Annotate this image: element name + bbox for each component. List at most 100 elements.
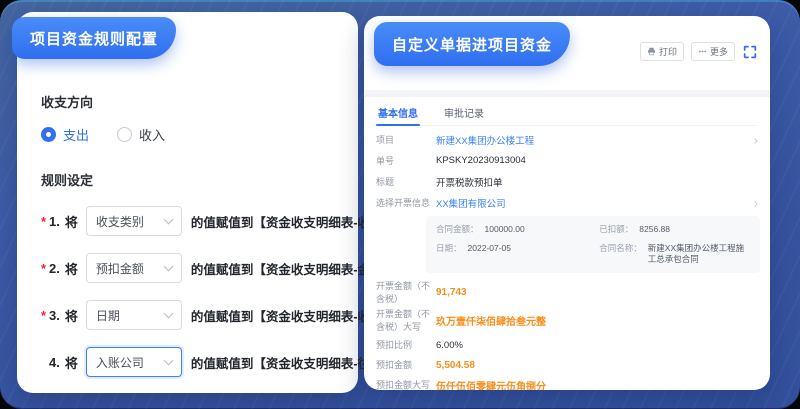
field-row-withhold-ratio: 预扣比例 6.00% [376, 337, 760, 354]
contract-name-value: 新建XX集团办公楼工程施工总承包合同 [648, 243, 750, 265]
field-label: 预扣比例 [376, 339, 436, 352]
rules-section-label: 规则设定 [41, 170, 344, 189]
field-row-title: 标题 开票税款预扣单 [376, 171, 760, 192]
document-title-ribbon: 自定义单据进项目资金 [374, 22, 570, 66]
radio-expense[interactable]: 支出 [41, 125, 89, 144]
tab-basic-info[interactable]: 基本信息 [376, 100, 420, 125]
direction-section-label: 收支方向 [41, 92, 344, 111]
radio-dot [46, 132, 51, 137]
rule-field-select-1[interactable]: 收支类别 [86, 206, 182, 236]
rule-field-select-3[interactable]: 日期 [86, 300, 182, 330]
rule-config-body: 收支方向 支出 收入 规则设定 * 1. 将 [41, 92, 344, 394]
rule-field-select-4[interactable]: 入账公司 [86, 347, 182, 377]
more-icon [698, 47, 707, 56]
select-value: 预扣金额 [96, 260, 144, 277]
chevron-right-icon[interactable]: › [754, 196, 758, 209]
caret-down-icon [163, 261, 173, 271]
doc-title-value: 开票税款预扣单 [436, 175, 503, 189]
project-link[interactable]: 新建XX集团办公楼工程 [436, 133, 534, 147]
withheld-amount-label: 已扣额： [599, 224, 633, 235]
rule-verb: 将 [65, 212, 78, 231]
print-label: 打印 [659, 45, 677, 58]
contract-amount-label: 合同金额： [436, 224, 479, 235]
radio-income[interactable]: 收入 [117, 125, 165, 144]
field-label: 开票金额（不含税）大写 [376, 308, 436, 333]
rule-row-2: * 2. 将 预扣金额 的值赋值到【资金收支明细表-金额】中 [41, 253, 344, 283]
withheld-amount-value: 8256.88 [639, 224, 670, 235]
chevron-right-icon[interactable]: › [754, 133, 758, 146]
select-value: 入账公司 [96, 354, 144, 371]
tab-approval-record[interactable]: 审批记录 [442, 100, 486, 125]
withhold-amount-value: 5,504.58 [436, 360, 475, 371]
field-row-invoice-amount-caps: 开票金额（不含税）大写 玖万壹仟柒佰肆拾叁元整 [376, 308, 760, 333]
print-button[interactable]: 打印 [640, 42, 684, 61]
contract-amount-value: 100000.00 [485, 224, 525, 235]
select-value: 日期 [96, 307, 120, 324]
field-label: 单号 [376, 154, 436, 167]
invoice-company-link[interactable]: XX集团有限公司 [436, 196, 506, 210]
required-asterisk: * [41, 261, 49, 276]
field-row-withhold-amount-caps: 预扣金额大写 伍仟伍佰零肆元伍角捌分 [376, 377, 760, 390]
invoice-amount-value: 91,743 [436, 287, 467, 298]
document-form: 项目 新建XX集团办公楼工程 › 单号 KPSKY20230913004 标题 … [376, 129, 760, 384]
rule-verb: 将 [65, 259, 78, 278]
withhold-ratio-value: 6.00% [436, 340, 463, 351]
tab-basic-info-label: 基本信息 [378, 105, 418, 120]
rule-config-panel: 项目资金规则配置 收支方向 支出 收入 规则设定 * [17, 12, 358, 393]
header-divider [364, 90, 770, 97]
page-background: 项目资金规则配置 收支方向 支出 收入 规则设定 * [0, 0, 800, 409]
rule-row-4: 4. 将 入账公司 的值赋值到【资金收支明细表-往来单位】中 [41, 347, 344, 377]
rule-row-1: * 1. 将 收支类别 的值赋值到【资金收支明细表-收支类别】中 [41, 206, 344, 236]
document-title: 自定义单据进项目资金 [392, 34, 552, 55]
field-label: 项目 [376, 133, 436, 146]
more-label: 更多 [710, 45, 728, 58]
invoice-amount-caps-value: 玖万壹仟柒佰肆拾叁元整 [436, 313, 546, 328]
field-row-invoice-info: 选择开票信息 XX集团有限公司 › [376, 192, 760, 213]
tab-approval-record-label: 审批记录 [444, 105, 484, 120]
more-button[interactable]: 更多 [691, 42, 735, 61]
fullscreen-icon[interactable] [742, 44, 758, 60]
field-label: 开票金额（不含税） [376, 280, 436, 305]
rule-verb: 将 [65, 306, 78, 325]
rule-number: 3. [49, 308, 60, 323]
radio-expense-label: 支出 [63, 125, 89, 144]
contract-date-value: 2022-07-05 [468, 243, 511, 265]
contract-date-label: 日期： [436, 243, 462, 265]
caret-down-icon [163, 214, 173, 224]
field-row-invoice-amount: 开票金额（不含税） 91,743 [376, 280, 760, 305]
tab-bar: 基本信息 审批记录 [376, 100, 758, 126]
app-frame: 项目资金规则配置 收支方向 支出 收入 规则设定 * [0, 0, 800, 409]
radio-unselected-icon[interactable] [117, 127, 132, 142]
withheld-amount: 已扣额： 8256.88 [599, 224, 750, 235]
contract-summary-box: 合同金额： 100000.00 已扣额： 8256.88 日期： 2022-07… [426, 216, 760, 273]
contract-amount: 合同金额： 100000.00 [436, 224, 599, 235]
caret-down-icon [163, 308, 173, 318]
rule-number: 1. [49, 214, 60, 229]
print-icon [647, 47, 656, 56]
required-asterisk: * [41, 308, 49, 323]
caret-down-icon [163, 355, 173, 365]
field-label: 选择开票信息 [376, 196, 436, 209]
document-detail-panel: 自定义单据进项目资金 打印 更多 基本信息 [364, 16, 770, 390]
contract-date: 日期： 2022-07-05 [436, 243, 599, 265]
field-label: 标题 [376, 175, 436, 188]
rule-config-title-ribbon: 项目资金规则配置 [12, 17, 176, 59]
rule-verb: 将 [65, 353, 78, 372]
rule-config-title: 项目资金规则配置 [30, 28, 158, 49]
select-value: 收支类别 [96, 213, 144, 230]
radio-income-label: 收入 [139, 125, 165, 144]
document-toolbar: 打印 更多 [640, 42, 758, 61]
radio-selected-icon[interactable] [41, 127, 56, 142]
rule-number: 4. [49, 355, 60, 370]
field-row-project: 项目 新建XX集团办公楼工程 › [376, 129, 760, 150]
rule-number: 2. [49, 261, 60, 276]
rule-field-select-2[interactable]: 预扣金额 [86, 253, 182, 283]
field-row-doc-number: 单号 KPSKY20230913004 [376, 150, 760, 171]
withhold-amount-caps-value: 伍仟伍佰零肆元伍角捌分 [436, 378, 546, 390]
contract-name: 合同名称： 新建XX集团办公楼工程施工总承包合同 [599, 243, 750, 265]
field-label: 预扣金额 [376, 359, 436, 372]
field-row-withhold-amount: 预扣金额 5,504.58 [376, 357, 760, 374]
rule-row-3: * 3. 将 日期 的值赋值到【资金收支明细表-收支日期】中 [41, 300, 344, 330]
direction-radio-group: 支出 收入 [41, 125, 344, 144]
doc-number-value: KPSKY20230913004 [436, 155, 526, 166]
